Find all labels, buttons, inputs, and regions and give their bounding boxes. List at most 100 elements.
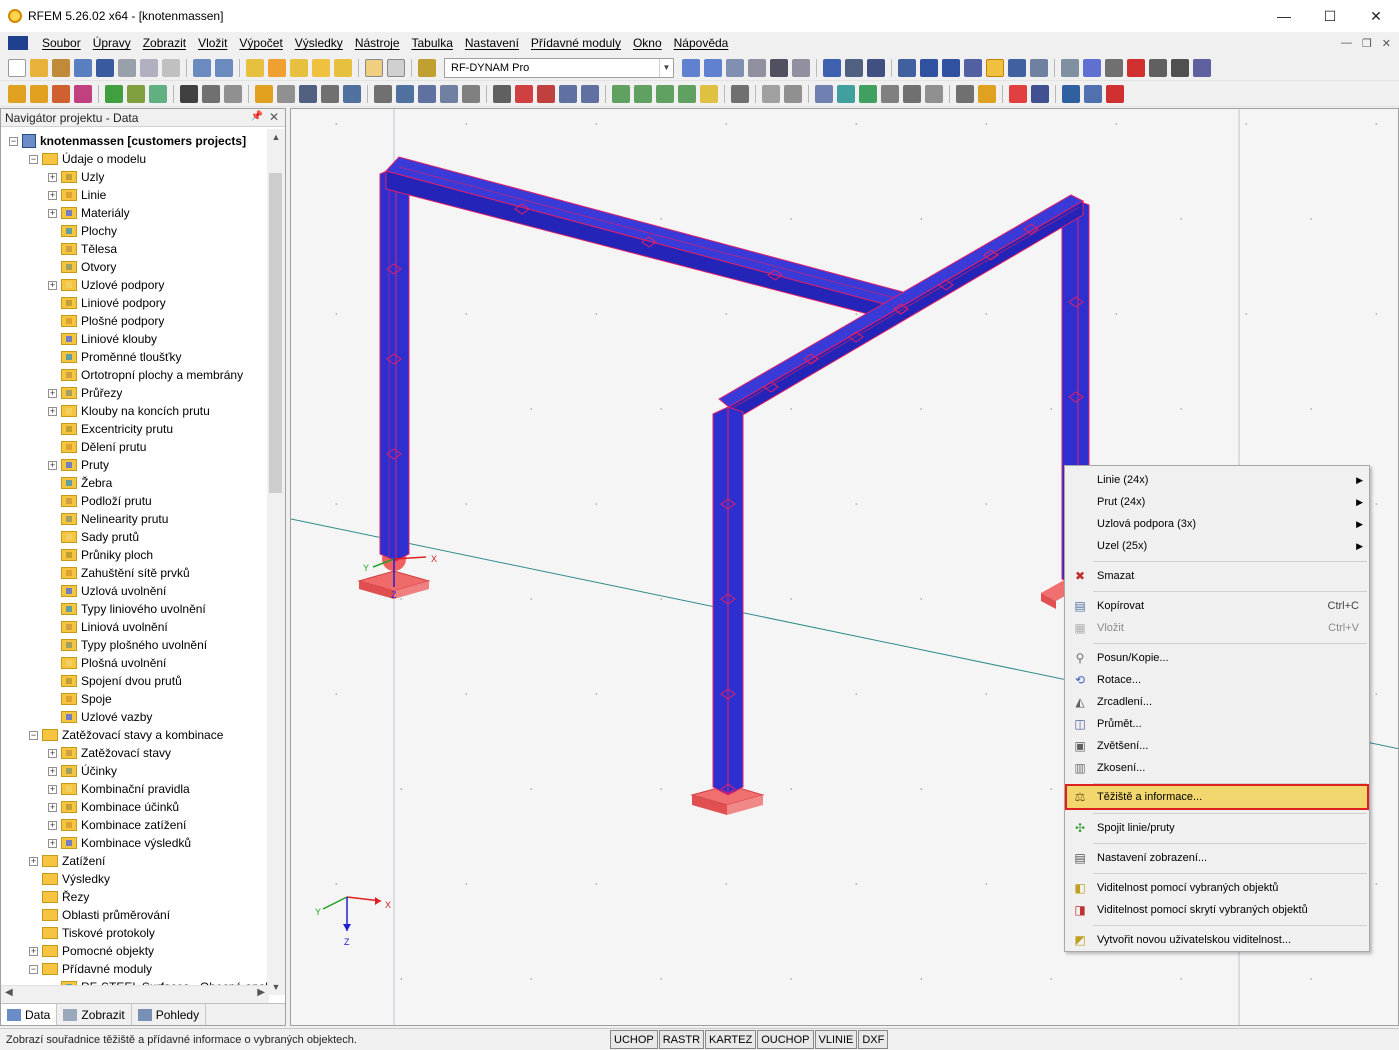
minimize-button[interactable]: — — [1261, 0, 1307, 32]
tree-root[interactable]: − knotenmassen [customers projects] — [9, 132, 246, 150]
tree-item[interactable]: + Kombinace účinků — [48, 798, 179, 816]
coordinates-icon[interactable] — [748, 58, 766, 77]
ctx-spojit-linie-pruty[interactable]: ✣ Spojit linie/pruty — [1067, 817, 1367, 839]
grid-3d-icon[interactable] — [440, 84, 458, 103]
mirror-icon[interactable] — [1105, 58, 1123, 77]
menu-napoveda[interactable]: Nápověda — [668, 36, 735, 50]
save-icon[interactable] — [96, 58, 114, 77]
tree-item[interactable]: Zahuštění sítě prvků — [48, 564, 190, 582]
copy-view-icon[interactable] — [956, 84, 974, 103]
visibility-filter-icon[interactable] — [1009, 84, 1027, 103]
tree-item[interactable]: + Materiály — [48, 204, 130, 222]
expand-icon[interactable]: + — [48, 820, 57, 830]
archive-icon[interactable] — [52, 58, 70, 77]
tree-item[interactable]: Proměnné tloušťky — [48, 348, 182, 366]
undo-icon[interactable] — [193, 58, 211, 77]
ctx-kopirovat[interactable]: ▤ Kopírovat Ctrl+C — [1067, 595, 1367, 617]
ctx-viditelnost-vybrane[interactable]: ◧ Viditelnost pomocí vybraných objektů — [1067, 877, 1367, 899]
zoom-icon[interactable] — [268, 58, 286, 77]
area-load-icon[interactable] — [224, 84, 242, 103]
cube-icon[interactable] — [321, 84, 339, 103]
ctx-uzel[interactable]: Uzel (25x) ▶ — [1067, 535, 1367, 557]
tree-item[interactable]: Dělení prutu — [48, 438, 146, 456]
print-icon[interactable] — [118, 58, 136, 77]
chevron-down-icon[interactable]: ▼ — [659, 58, 673, 77]
tree-item[interactable]: − Zatěžovací stavy a kombinace — [29, 726, 223, 744]
ruler-icon[interactable] — [881, 84, 899, 103]
expand-icon[interactable]: + — [48, 766, 57, 776]
move-copy-icon[interactable] — [1061, 58, 1079, 77]
toggle-vlinie[interactable]: VLINIE — [814, 1030, 858, 1049]
find-icon[interactable] — [1030, 58, 1048, 77]
toggle-ouchop[interactable]: OUCHOP — [757, 1030, 814, 1049]
tree-item[interactable]: Žebra — [48, 474, 112, 492]
menu-soubor[interactable]: Soubor — [36, 36, 87, 50]
tree-item[interactable]: Nelinearity prutu — [48, 510, 168, 528]
view-iso-icon[interactable] — [678, 84, 696, 103]
view-x-icon[interactable] — [612, 84, 630, 103]
mesh-icon[interactable] — [920, 58, 938, 77]
expand-icon[interactable]: + — [48, 748, 57, 758]
expand-icon[interactable]: + — [48, 406, 57, 416]
beam-diagonal[interactable] — [718, 194, 1085, 424]
line-icon[interactable] — [30, 84, 48, 103]
pin-icon[interactable]: 📌 — [251, 111, 263, 122]
tree-item[interactable]: + Zatížení — [29, 852, 105, 870]
tab-pohledy[interactable]: Pohledy — [132, 1004, 207, 1025]
show-results-icon[interactable] — [312, 58, 330, 77]
redo-icon[interactable] — [215, 58, 233, 77]
scroll-up-icon[interactable]: ▲ — [267, 129, 285, 145]
surface-view-icon[interactable] — [837, 84, 855, 103]
maximize-button[interactable]: ☐ — [1307, 0, 1353, 32]
navigator-vertical-scrollbar[interactable]: ▲ ▼ — [267, 129, 285, 995]
tree-item[interactable]: + Klouby na koncích prutu — [48, 402, 210, 420]
zoom-window-icon[interactable] — [537, 84, 555, 103]
tree-item[interactable]: + Kombinace výsledků — [48, 834, 191, 852]
member-icon[interactable] — [74, 84, 92, 103]
toggle-dxf[interactable]: DXF — [858, 1030, 889, 1049]
tab-zobrazit[interactable]: Zobrazit — [57, 1004, 132, 1025]
tree-item[interactable]: Uzlové vazby — [48, 708, 152, 726]
tree-item[interactable]: Spojení dvou prutů — [48, 672, 182, 690]
expand-icon[interactable]: + — [48, 838, 57, 848]
expand-icon[interactable]: + — [48, 190, 57, 200]
building-icon[interactable] — [418, 84, 436, 103]
tree-item[interactable]: Sady prutů — [48, 528, 139, 546]
tree-item[interactable]: + Kombinace zatížení — [48, 816, 186, 834]
tree-item[interactable]: Plošné podpory — [48, 312, 164, 330]
ctx-teziste-a-informace[interactable]: ⚖ Těžiště a informace... — [1065, 784, 1369, 810]
lock-icon[interactable] — [1149, 58, 1167, 77]
surface-icon[interactable] — [149, 84, 167, 103]
tree-item[interactable]: − Přídavné moduly — [29, 960, 152, 978]
tree-item[interactable]: + Pruty — [48, 456, 109, 474]
window-icon[interactable] — [334, 58, 352, 77]
scroll-left-icon[interactable]: ◀ — [5, 987, 13, 998]
expand-icon[interactable]: + — [29, 946, 38, 956]
module-select[interactable]: RF-DYNAM Pro ▼ — [444, 57, 674, 78]
tree-item[interactable]: + Účinky — [48, 762, 117, 780]
scroll-down-icon[interactable]: ▼ — [267, 979, 285, 995]
table-icon[interactable] — [925, 84, 943, 103]
ctx-uzlova-podpora[interactable]: Uzlová podpora (3x) ▶ — [1067, 513, 1367, 535]
ctx-zrcadleni[interactable]: ◭ Zrcadlení... — [1067, 691, 1367, 713]
active-tool-icon[interactable] — [986, 58, 1004, 77]
support-icon[interactable] — [105, 84, 123, 103]
report-icon[interactable] — [162, 58, 180, 77]
node-icon[interactable] — [8, 84, 26, 103]
scroll-thumb[interactable] — [269, 173, 282, 493]
collapse-icon[interactable]: − — [29, 730, 38, 740]
toggle-rastr[interactable]: RASTR — [658, 1030, 705, 1049]
expand-icon[interactable]: + — [29, 856, 38, 866]
iso-view-icon[interactable] — [559, 84, 577, 103]
expand-icon[interactable]: + — [48, 802, 57, 812]
delete-icon[interactable] — [1127, 58, 1145, 77]
ctx-vytvorit-viditelnost[interactable]: ◩ Vytvořit novou uživatelskou viditelnost… — [1067, 929, 1367, 951]
tree-item[interactable]: Uzlová uvolnění — [48, 582, 166, 600]
print-preview-icon[interactable] — [140, 58, 158, 77]
tree-item[interactable]: Excentricity prutu — [48, 420, 173, 438]
values-icon[interactable] — [845, 58, 863, 77]
expand-icon[interactable]: + — [48, 784, 57, 794]
body-view-icon[interactable] — [859, 84, 877, 103]
tree-item[interactable]: Otvory — [48, 258, 116, 276]
close-icon[interactable]: ✕ — [269, 110, 279, 124]
